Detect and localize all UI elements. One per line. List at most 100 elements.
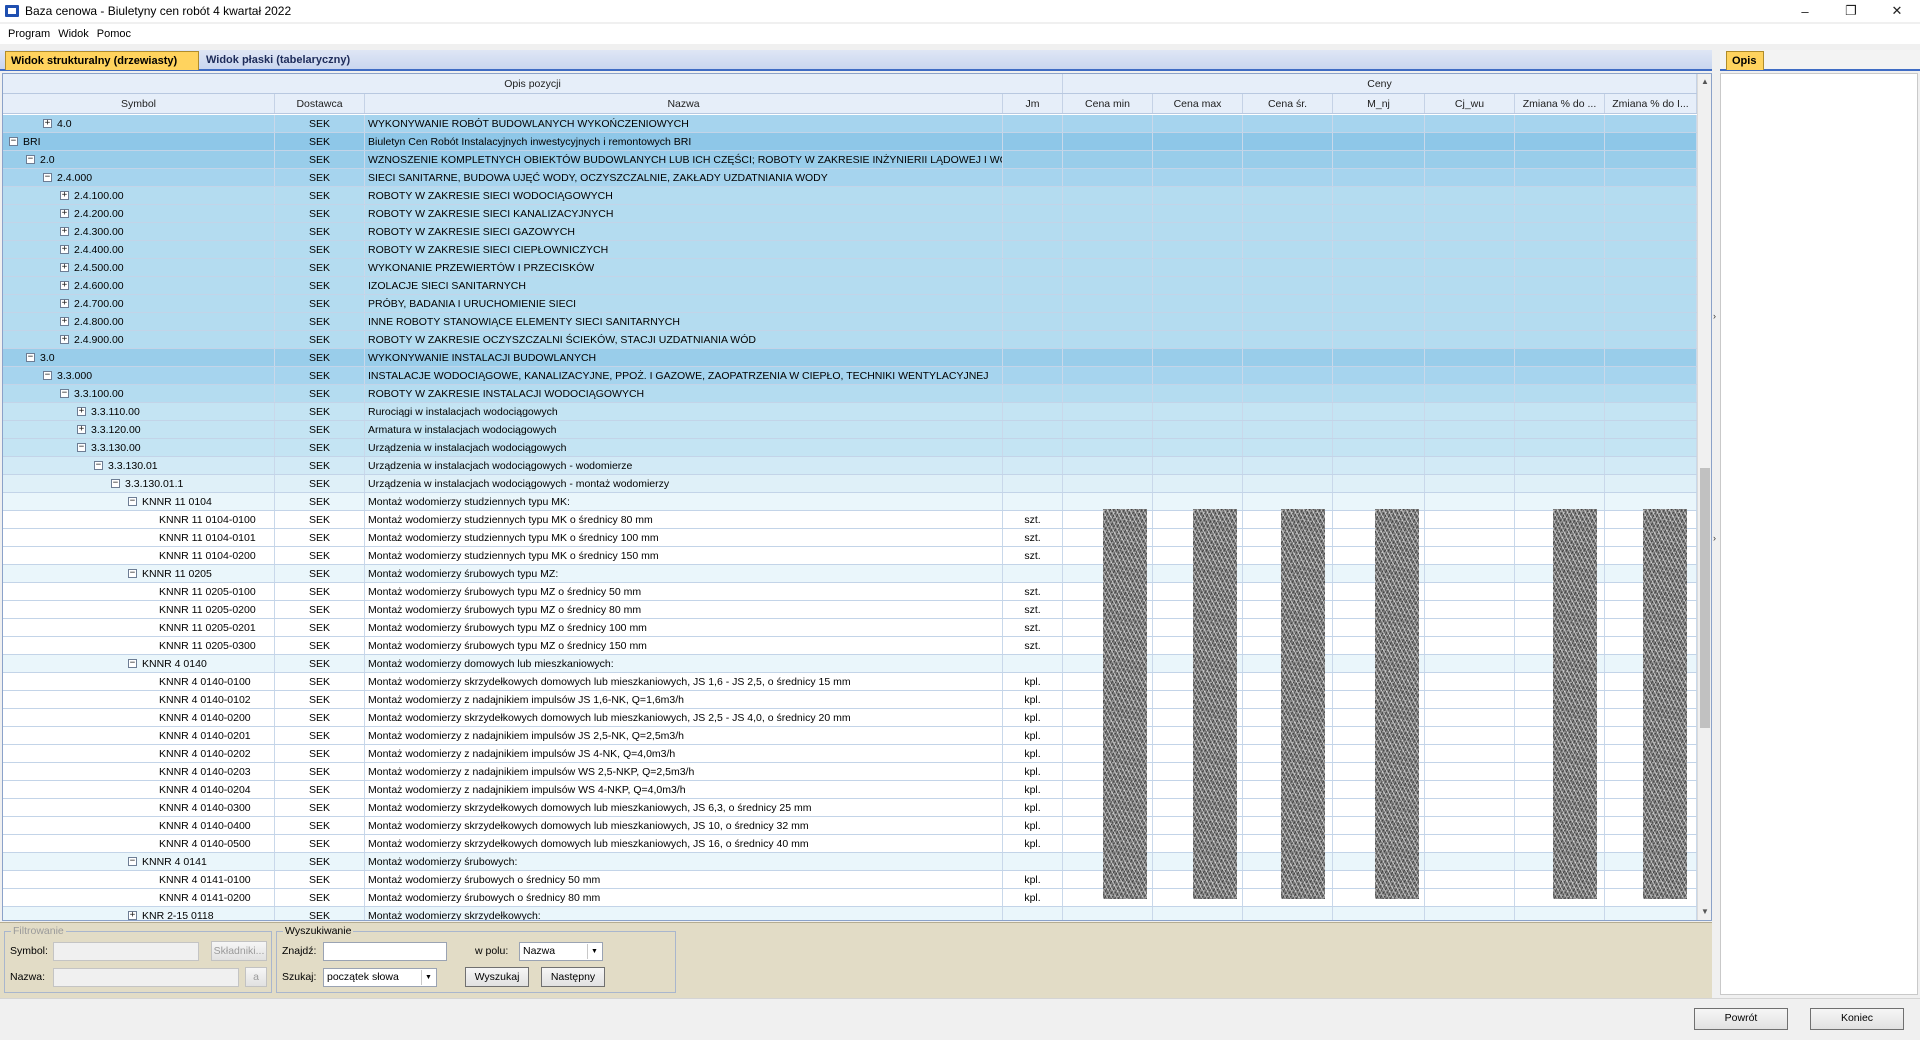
column-header-zmiana-1[interactable]: Zmiana % do ... [1515,94,1605,113]
close-icon[interactable]: ✕ [1874,0,1920,22]
column-header-cena-max[interactable]: Cena max [1153,94,1243,113]
table-row[interactable]: KNNR 11 0104-0200 SEK Montaż wodomierzy st… [3,547,1697,565]
table-row[interactable]: +3.3.120.00 SEK Armatura w instalacjach wo… [3,421,1697,439]
chevron-right-icon[interactable]: › [1713,311,1716,321]
wyszukaj-button[interactable]: Wyszukaj [465,967,529,987]
table-row[interactable]: −3.3.130.01.1 SEK Urządzenia w instalacjac… [3,475,1697,493]
table-row[interactable]: +2.4.600.00 SEK IZOLACJE SIECI SANITARNYCH [3,277,1697,295]
expand-icon[interactable]: + [60,191,69,200]
table-row[interactable]: KNNR 4 0140-0102 SEK Montaż wodomierzy z n… [3,691,1697,709]
scrollbar-thumb[interactable] [1700,468,1710,728]
znajdz-input[interactable] [323,942,447,961]
table-row[interactable]: +2.4.400.00 SEK ROBOTY W ZAKRESIE SIECI CI… [3,241,1697,259]
table-row[interactable]: KNNR 4 0140-0203 SEK Montaż wodomierzy z n… [3,763,1697,781]
filter-symbol-input[interactable] [53,942,199,961]
table-row[interactable]: KNNR 4 0140-0204 SEK Montaż wodomierzy z n… [3,781,1697,799]
table-row[interactable]: KNNR 4 0141-0200 SEK Montaż wodomierzy śru… [3,889,1697,907]
menu-pomoc[interactable]: Pomoc [93,28,135,40]
table-row[interactable]: +2.4.700.00 SEK PRÓBY, BADANIA I URUCHOMIE… [3,295,1697,313]
collapse-icon[interactable]: − [77,443,86,452]
expand-icon[interactable]: + [60,245,69,254]
expand-icon[interactable]: + [60,281,69,290]
expand-icon[interactable]: + [60,209,69,218]
table-row[interactable]: +2.4.500.00 SEK WYKONANIE PRZEWIERTÓW I PR… [3,259,1697,277]
table-row[interactable]: − KNNR 11 0205 SEK Montaż wodomierzy śrubow… [3,565,1697,583]
collapse-icon[interactable]: − [43,371,52,380]
chevron-down-icon[interactable]: ▼ [587,944,601,959]
table-row[interactable]: −3.3.100.00 SEK ROBOTY W ZAKRESIE INSTALAC… [3,385,1697,403]
collapse-icon[interactable]: − [128,659,137,668]
nastepny-button[interactable]: Następny [541,967,605,987]
tab-structural-view[interactable]: Widok strukturalny (drzewiasty) [5,51,199,70]
expand-icon[interactable]: + [77,425,86,434]
collapse-icon[interactable]: − [111,479,120,488]
expand-icon[interactable]: + [128,911,137,920]
tab-opis[interactable]: Opis [1726,51,1764,70]
table-row[interactable]: +2.4.900.00 SEK ROBOTY W ZAKRESIE OCZYSZCZ… [3,331,1697,349]
szukaj-select[interactable]: początek słowa ▼ [323,968,437,987]
table-row[interactable]: +2.4.300.00 SEK ROBOTY W ZAKRESIE SIECI GA… [3,223,1697,241]
table-row[interactable]: −2.0 SEK WZNOSZENIE KOMPLETNYCH OBIEKTÓW B… [3,151,1697,169]
restore-icon[interactable]: ❐ [1828,0,1874,22]
table-row[interactable]: KNNR 4 0140-0201 SEK Montaż wodomierzy z n… [3,727,1697,745]
column-header-jm[interactable]: Jm [1003,94,1063,113]
table-row[interactable]: − KNNR 4 0140 SEK Montaż wodomierzy domowyc… [3,655,1697,673]
powrot-button[interactable]: Powrót [1694,1008,1788,1030]
collapse-icon[interactable]: − [128,497,137,506]
collapse-icon[interactable]: − [94,461,103,470]
minimize-icon[interactable]: – [1782,0,1828,22]
filter-nazwa-input[interactable] [53,968,239,987]
table-row[interactable]: − KNNR 11 0104 SEK Montaż wodomierzy studzi… [3,493,1697,511]
table-row[interactable]: KNNR 11 0104-0101 SEK Montaż wodomierzy st… [3,529,1697,547]
column-header-dostawca[interactable]: Dostawca [275,94,365,113]
collapse-icon[interactable]: − [9,137,18,146]
expand-icon[interactable]: + [60,299,69,308]
column-header-cj-wu[interactable]: Cj_wu [1425,94,1515,113]
collapse-icon[interactable]: − [43,173,52,182]
collapse-icon[interactable]: − [128,569,137,578]
table-row[interactable]: −2.4.000 SEK SIECI SANITARNE, BUDOWA UJĘĆ … [3,169,1697,187]
table-row[interactable]: KNNR 11 0205-0201 SEK Montaż wodomierzy śr… [3,619,1697,637]
table-row[interactable]: KNNR 4 0140-0400 SEK Montaż wodomierzy skr… [3,817,1697,835]
table-row[interactable]: KNNR 4 0140-0202 SEK Montaż wodomierzy z n… [3,745,1697,763]
collapse-icon[interactable]: − [128,857,137,866]
chevron-right-icon[interactable]: › [1713,533,1716,543]
column-header-nazwa[interactable]: Nazwa [365,94,1003,113]
w-polu-select[interactable]: Nazwa ▼ [519,942,603,961]
collapse-icon[interactable]: − [26,155,35,164]
collapse-icon[interactable]: − [26,353,35,362]
expand-icon[interactable]: + [60,227,69,236]
table-row[interactable]: +3.3.110.00 SEK Rurociągi w instalacjach w… [3,403,1697,421]
koniec-button[interactable]: Koniec [1810,1008,1904,1030]
table-row[interactable]: +2.4.800.00 SEK INNE ROBOTY STANOWIĄCE ELE… [3,313,1697,331]
column-header-zmiana-2[interactable]: Zmiana % do I... [1605,94,1697,113]
expand-icon[interactable]: + [60,317,69,326]
table-row[interactable]: −3.3.130.00 SEK Urządzenia w instalacjach … [3,439,1697,457]
expand-icon[interactable]: + [43,119,52,128]
table-row[interactable]: KNNR 4 0141-0100 SEK Montaż wodomierzy śru… [3,871,1697,889]
table-row[interactable]: − KNNR 4 0141 SEK Montaż wodomierzy śrubowy… [3,853,1697,871]
table-row[interactable]: KNNR 4 0140-0500 SEK Montaż wodomierzy skr… [3,835,1697,853]
tab-flat-view[interactable]: Widok płaski (tabelaryczny) [201,51,381,70]
clear-filter-button[interactable]: a [245,967,267,987]
table-row[interactable]: −3.0 SEK WYKONYWANIE INSTALACJI BUDOWLANYC… [3,349,1697,367]
scroll-up-icon[interactable]: ▲ [1698,74,1711,90]
menu-widok[interactable]: Widok [54,28,93,40]
table-row[interactable]: −3.3.000 SEK INSTALACJE WODOCIĄGOWE, KANAL… [3,367,1697,385]
table-row[interactable]: +2.4.100.00 SEK ROBOTY W ZAKRESIE SIECI WO… [3,187,1697,205]
table-row[interactable]: + KNR 2-15 0118 SEK Montaż wodomierzy skrzy… [3,907,1697,920]
table-row[interactable]: KNNR 11 0104-0100 SEK Montaż wodomierzy st… [3,511,1697,529]
table-row[interactable]: KNNR 11 0205-0100 SEK Montaż wodomierzy śr… [3,583,1697,601]
scroll-down-icon[interactable]: ▼ [1698,904,1711,920]
table-row[interactable]: KNNR 4 0140-0300 SEK Montaż wodomierzy skr… [3,799,1697,817]
column-header-cena-sr[interactable]: Cena śr. [1243,94,1333,113]
grid-scrollbar[interactable]: ▲ ▼ [1697,74,1711,920]
table-row[interactable]: KNNR 11 0205-0300 SEK Montaż wodomierzy śr… [3,637,1697,655]
collapse-icon[interactable]: − [60,389,69,398]
expand-icon[interactable]: + [77,407,86,416]
table-row[interactable]: KNNR 11 0205-0200 SEK Montaż wodomierzy śr… [3,601,1697,619]
skladniki-button[interactable]: Składniki... [211,941,267,961]
table-row[interactable]: KNNR 4 0140-0100 SEK Montaż wodomierzy skr… [3,673,1697,691]
column-header-m-nj[interactable]: M_nj [1333,94,1425,113]
table-row[interactable]: − BRI SEK Biuletyn Cen Robót Instalacyjnych… [3,133,1697,151]
